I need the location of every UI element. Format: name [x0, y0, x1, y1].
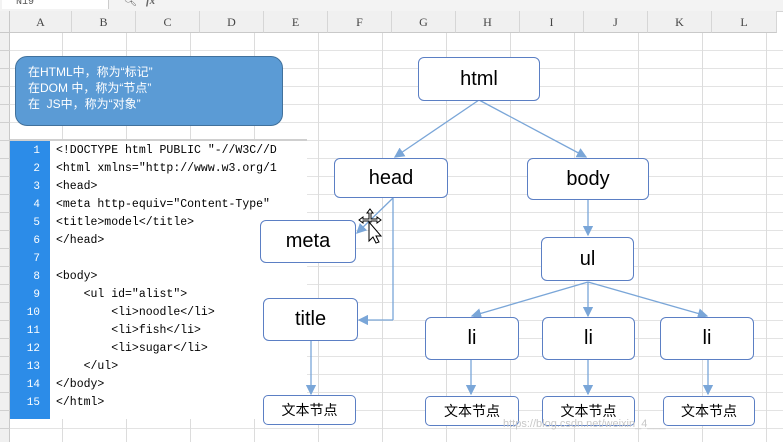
column-header-j[interactable]: J — [584, 11, 648, 33]
fx-icon[interactable]: fx — [146, 0, 155, 7]
line-number: 11 — [26, 325, 40, 337]
column-header-c[interactable]: C — [136, 11, 200, 33]
node-li-1[interactable]: li — [425, 317, 519, 360]
code-text: </head> — [56, 234, 105, 247]
column-header-h[interactable]: H — [456, 11, 520, 33]
node-meta[interactable]: meta — [260, 220, 356, 263]
code-line: 12 <li>sugar</li> — [10, 340, 307, 358]
row-header-10[interactable] — [0, 194, 10, 195]
node-ul[interactable]: ul — [541, 237, 634, 281]
row-header-17[interactable] — [0, 320, 10, 321]
row-header-15[interactable] — [0, 284, 10, 285]
zoom-icon[interactable]: 🔍︎ — [123, 0, 137, 7]
code-text: <li>noodle</li> — [56, 306, 215, 319]
watermark: https://blog.csdn.net/weixin_4___ — [503, 418, 666, 430]
note-line-dom: 在DOM 中，称为“节点” — [28, 81, 152, 95]
row-header-4[interactable] — [0, 86, 10, 87]
node-li-2[interactable]: li — [542, 317, 635, 360]
row-header-21[interactable] — [0, 392, 10, 393]
column-header-e[interactable]: E — [264, 11, 328, 33]
row-header-19[interactable] — [0, 356, 10, 357]
node-li-3[interactable]: li — [660, 317, 754, 360]
select-all-corner[interactable] — [0, 11, 10, 33]
code-text: <title>model</title> — [56, 216, 195, 229]
code-text: <meta http-equiv="Content-Type" — [56, 198, 270, 211]
row-header-18[interactable] — [0, 338, 10, 339]
code-text: <html xmlns="http://www.w3.org/1 — [56, 162, 277, 175]
column-header-i[interactable]: I — [520, 11, 584, 33]
code-text: <li>sugar</li> — [56, 342, 208, 355]
node-title[interactable]: title — [263, 298, 358, 341]
column-header-g[interactable]: G — [392, 11, 456, 33]
code-text: </ul> — [56, 360, 119, 373]
code-text: <head> — [56, 180, 98, 193]
line-number: 10 — [26, 307, 40, 319]
row-headers[interactable] — [0, 33, 10, 442]
row-header-3[interactable] — [0, 68, 10, 69]
row-header-11[interactable] — [0, 212, 10, 213]
code-line: 2 <html xmlns="http://www.w3.org/1 — [10, 160, 307, 178]
move-cursor-icon — [358, 208, 383, 244]
code-text: <!DOCTYPE html PUBLIC "-//W3C//D — [56, 144, 277, 157]
line-number: 12 — [26, 343, 40, 355]
code-line: 1 <!DOCTYPE html PUBLIC "-//W3C//D — [10, 142, 307, 160]
row-header-9[interactable] — [0, 176, 10, 177]
row-header-2[interactable] — [0, 50, 10, 51]
node-head[interactable]: head — [334, 158, 448, 198]
line-number: 7 — [33, 253, 40, 265]
line-number: 3 — [33, 181, 40, 193]
text-node-title[interactable]: 文本节点 — [263, 395, 356, 425]
column-header-d[interactable]: D — [200, 11, 264, 33]
code-text: <li>fish</li> — [56, 324, 201, 337]
row-header-8[interactable] — [0, 158, 10, 159]
node-body[interactable]: body — [527, 158, 649, 200]
text-node-li-3[interactable]: 文本节点 — [663, 396, 755, 426]
row-header-20[interactable] — [0, 374, 10, 375]
column-header-k[interactable]: K — [648, 11, 712, 33]
code-line: 13 </ul> — [10, 358, 307, 376]
line-number: 4 — [33, 199, 40, 211]
line-number: 1 — [33, 145, 40, 157]
code-line: 3 <head> — [10, 178, 307, 196]
code-panel: 1 <!DOCTYPE html PUBLIC "-//W3C//D 2 <html … — [10, 139, 307, 419]
column-header-f[interactable]: F — [328, 11, 392, 33]
column-header-l[interactable]: L — [712, 11, 777, 33]
name-box[interactable]: N19 — [2, 0, 109, 9]
code-line: 14 </body> — [10, 376, 307, 394]
row-header-6[interactable] — [0, 122, 10, 123]
line-number: 14 — [26, 379, 40, 391]
line-number: 9 — [33, 289, 40, 301]
line-number: 8 — [33, 271, 40, 283]
line-number: 5 — [33, 217, 40, 229]
code-text: </html> — [56, 396, 105, 409]
column-header-a[interactable]: A — [10, 11, 72, 33]
code-text: <ul id="alist"> — [56, 288, 188, 301]
row-header-5[interactable] — [0, 104, 10, 105]
code-text: </body> — [56, 378, 105, 391]
note-callout[interactable]: 在HTML中，称为“标记” 在DOM 中，称为“节点” 在 JS中，称为“对象” — [15, 56, 283, 126]
row-header-7[interactable] — [0, 140, 10, 141]
code-line: 8 <body> — [10, 268, 307, 286]
column-header-b[interactable]: B — [72, 11, 136, 33]
row-header-16[interactable] — [0, 302, 10, 303]
note-line-js: 在 JS中，称为“对象” — [28, 97, 141, 111]
node-html[interactable]: html — [418, 57, 540, 101]
row-header-12[interactable] — [0, 230, 10, 231]
row-header-22[interactable] — [0, 410, 10, 411]
row-header-23[interactable] — [0, 428, 10, 429]
line-number: 13 — [26, 361, 40, 373]
row-header-14[interactable] — [0, 266, 10, 267]
code-text: <body> — [56, 270, 98, 283]
note-line-html: 在HTML中，称为“标记” — [28, 65, 153, 79]
line-number: 2 — [33, 163, 40, 175]
code-line: 4 <meta http-equiv="Content-Type" — [10, 196, 307, 214]
row-header-13[interactable] — [0, 248, 10, 249]
line-number: 6 — [33, 235, 40, 247]
line-number: 15 — [26, 397, 40, 409]
